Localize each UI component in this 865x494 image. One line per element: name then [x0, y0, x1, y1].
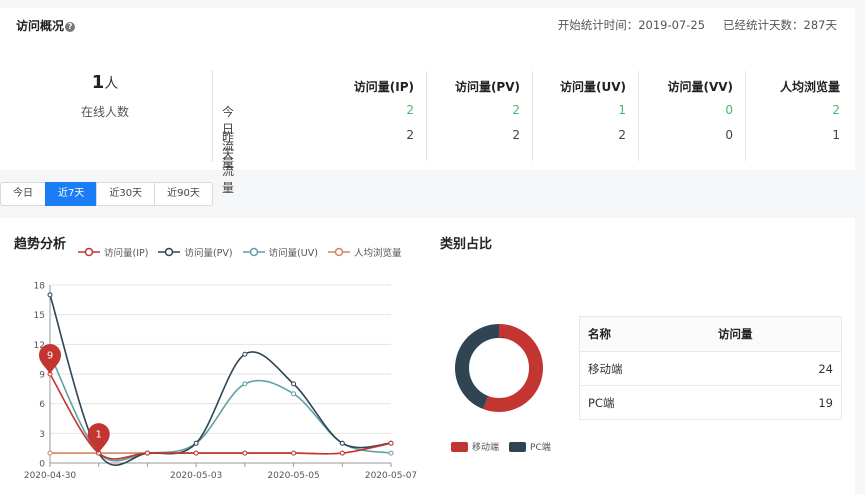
overview-title: 访问概况?: [16, 17, 76, 34]
data-point: [242, 450, 248, 456]
online-count: 1: [91, 72, 105, 93]
legend-swatch: [451, 441, 468, 452]
data-point: [291, 391, 297, 397]
stat-column-ip: 访问量(IP) 2 2: [310, 71, 427, 161]
data-point: [291, 450, 297, 456]
marker-label: 1: [96, 430, 102, 441]
stat-yesterday-pv: 2: [512, 128, 520, 142]
stat-head-ip: 访问量(IP): [353, 80, 414, 94]
stat-column-avg: 人均浏览量 2 1: [746, 71, 852, 161]
marker-pin: 1: [87, 423, 110, 454]
category-table-header: 名称 访问量: [580, 317, 841, 351]
category-value-mobile: 24: [818, 361, 833, 376]
marker-pin: 9: [38, 343, 61, 374]
stat-yesterday-ip: 2: [406, 128, 414, 142]
category-header-value: 访问量: [718, 327, 753, 341]
category-title: 类别占比: [440, 237, 493, 252]
data-point: [388, 440, 394, 446]
row-label-yesterday: 昨天流量: [222, 130, 235, 195]
range-tabs: 今日 近7天 近30天 近90天: [0, 182, 213, 206]
legend-swatch: [509, 441, 527, 452]
trend-chart: 03691215182020-04-30 2020-05-03 2020-05-05…: [24, 282, 417, 482]
stat-column-uv: 访问量(UV) 1 2: [533, 71, 639, 161]
online-users: 1人 在线人数: [40, 72, 170, 120]
stat-today-pv: 2: [512, 103, 520, 117]
data-point: [339, 450, 345, 456]
data-point: [144, 450, 150, 456]
y-tick-label: 18: [34, 282, 46, 292]
legend-item[interactable]: 人均浏览量: [327, 245, 402, 259]
category-name-pc: PC端: [588, 395, 615, 410]
stat-today-uv: 1: [618, 103, 626, 117]
trend-title: 趋势分析: [14, 237, 67, 252]
category-header-name: 名称: [588, 327, 611, 341]
data-point: [193, 440, 199, 446]
legend-label: 人均浏览量: [353, 248, 402, 259]
x-tick-label: 2020-05-03: [170, 471, 222, 481]
y-tick-label: 3: [39, 430, 45, 440]
overview-meta: 开始统计时间：2019-07-25 已经统计天数：287天: [558, 17, 837, 33]
stat-today-avg: 2: [832, 103, 840, 117]
start-date-label: 开始统计时间：2019-07-25: [557, 18, 706, 32]
legend-label: PC端: [530, 443, 551, 453]
stat-today-vv: 0: [725, 103, 733, 117]
trend-legend: 访问量(IP) 访问量(PV) 访问量(UV) 人均浏览量: [78, 245, 401, 259]
category-value-pc: 19: [818, 395, 833, 410]
stat-yesterday-vv: 0: [725, 128, 733, 142]
donut-legend: 移动端 PC端: [451, 440, 551, 453]
data-point: [193, 450, 199, 456]
marker-label: 9: [47, 351, 53, 362]
category-name-mobile: 移动端: [588, 361, 623, 376]
analysis-panel: 趋势分析 访问量(IP) 访问量(PV) 访问量(UV) 人均浏览量 0 3 6 9 12 15…: [0, 218, 855, 494]
y-tick-label: 0: [39, 460, 45, 470]
stat-yesterday-uv: 2: [618, 128, 626, 142]
legend-label: 访问量(UV): [268, 248, 318, 259]
data-point: [242, 351, 248, 357]
online-label: 在线人数: [80, 105, 129, 119]
stat-today-ip: 2: [406, 103, 414, 117]
overview-panel: 访问概况? 开始统计时间：2019-07-25 已经统计天数：287天 1人 在线…: [0, 8, 855, 195]
overview-title-text: 访问概况: [16, 19, 65, 33]
y-tick-label: 6: [39, 400, 45, 410]
donut-legend-item[interactable]: PC端: [509, 440, 551, 453]
legend-label: 访问量(PV): [184, 248, 233, 259]
help-icon[interactable]: ?: [65, 22, 76, 32]
stat-yesterday-avg: 1: [832, 128, 840, 142]
legend-item[interactable]: 访问量(IP): [78, 245, 148, 259]
online-unit: 人: [104, 76, 119, 92]
legend-item[interactable]: 访问量(PV): [158, 245, 233, 259]
data-point: [388, 450, 394, 456]
stat-head-pv: 访问量(PV): [454, 80, 520, 94]
donut-legend-item[interactable]: 移动端: [451, 440, 499, 453]
data-point: [242, 381, 248, 387]
x-tick-label: 2020-05-07: [365, 471, 417, 481]
data-point: [339, 440, 345, 446]
stat-column-vv: 访问量(VV) 0 0: [639, 71, 746, 161]
stat-head-avg: 人均浏览量: [779, 80, 840, 94]
legend-label: 移动端: [472, 443, 500, 453]
stat-head-vv: 访问量(VV): [667, 80, 733, 94]
category-donut-chart: [455, 324, 543, 412]
x-tick-label: 2020-05-05: [267, 471, 319, 481]
days-count-label: 已经统计天数：287天: [723, 18, 837, 32]
x-tick-label: 2020-04-30: [24, 471, 77, 481]
tab-7-days[interactable]: 近7天: [45, 182, 98, 206]
tab-90-days[interactable]: 近90天: [154, 182, 213, 206]
legend-item[interactable]: 访问量(UV): [242, 245, 318, 259]
table-row: PC端 19: [580, 385, 841, 419]
data-point: [47, 292, 53, 298]
y-tick-label: 15: [34, 311, 45, 321]
stat-column-pv: 访问量(PV) 2 2: [427, 71, 533, 161]
table-row: 移动端 24: [580, 351, 841, 385]
divider: [212, 70, 213, 162]
tab-today[interactable]: 今日: [0, 182, 46, 206]
legend-label: 访问量(IP): [104, 248, 149, 259]
category-table: 名称 访问量 移动端 24 PC端 19: [579, 316, 842, 420]
stat-head-uv: 访问量(UV): [559, 80, 626, 94]
y-tick-label: 9: [39, 371, 45, 381]
data-point: [291, 381, 297, 387]
data-point: [47, 450, 53, 456]
tab-30-days[interactable]: 近30天: [96, 182, 156, 206]
